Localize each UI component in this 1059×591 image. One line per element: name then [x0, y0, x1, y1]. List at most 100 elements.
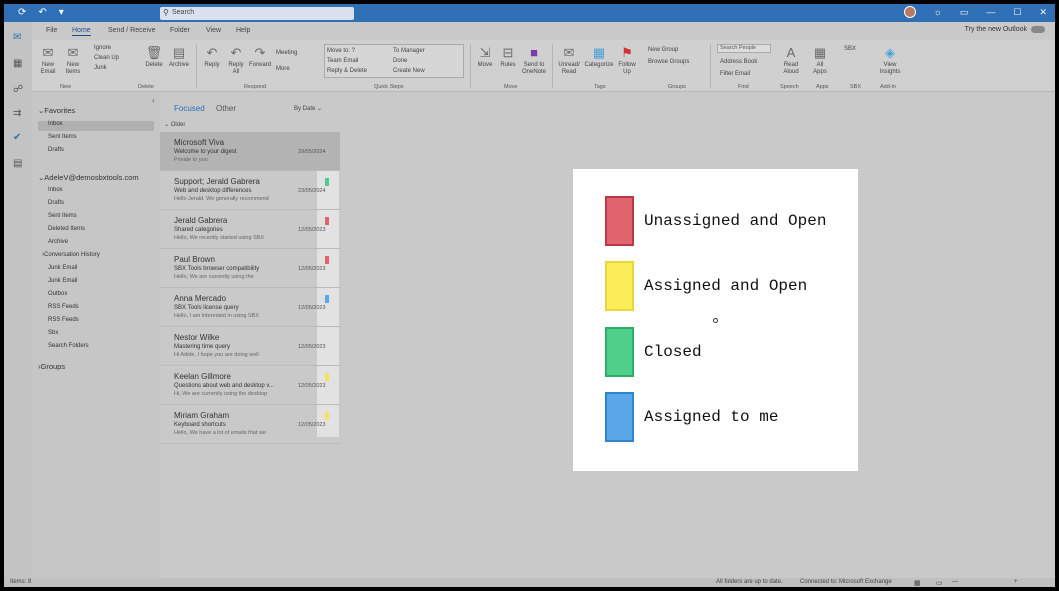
section-older[interactable]: ⌄ Older [164, 121, 185, 128]
qs-team-email[interactable]: Team Email [327, 58, 358, 65]
folder-deleted-items[interactable]: Deleted Items [48, 226, 85, 232]
message-row[interactable]: Jerald Gabrera Shared categories Hello, We… [160, 210, 340, 249]
category-tag[interactable] [325, 256, 329, 264]
folder-search-folders[interactable]: Search Folders [48, 343, 89, 349]
try-new-outlook[interactable]: Try the new Outlook [965, 26, 1045, 33]
qs-create-new[interactable]: Create New [393, 68, 425, 75]
category-tag[interactable] [325, 412, 329, 420]
reading-view-icon[interactable]: ▭ [936, 579, 943, 587]
category-tag[interactable] [325, 373, 329, 381]
customize-toolbar-icon[interactable]: ▾ [59, 7, 64, 18]
filter-email-button[interactable]: Filter Email [720, 71, 750, 78]
rules-button[interactable]: ⊟ Rules [498, 46, 518, 69]
qs-done[interactable]: Done [393, 58, 407, 65]
search-people-input[interactable]: Search People [717, 44, 771, 53]
all-apps-button[interactable]: ▦ All Apps [810, 46, 830, 76]
address-book-button[interactable]: Address Book [720, 59, 757, 66]
zoom-in-icon[interactable]: + [1014, 579, 1018, 585]
todo-check-icon[interactable]: ✔ [13, 132, 21, 143]
account-header[interactable]: ⌄AdeleV@demosbxtools.com [38, 173, 139, 182]
read-aloud-button[interactable]: A Read Aloud [780, 46, 802, 76]
status-bar: Items: 8 All folders are up to date. Con… [4, 578, 1055, 587]
groups-header[interactable]: ›Groups [38, 362, 65, 371]
folder-junk-email[interactable]: Junk Email [48, 265, 77, 271]
tab-help[interactable]: Help [236, 27, 250, 34]
reply-all-button[interactable]: ↶ Reply All [226, 46, 246, 76]
folder-inbox[interactable]: Inbox [48, 187, 63, 193]
new-items-button[interactable]: ✉ New Items [62, 46, 84, 76]
lightbulb-icon[interactable]: ☼ [934, 7, 942, 17]
folder-drafts-favorite[interactable]: Drafts [48, 147, 64, 153]
tab-focused[interactable]: Focused [174, 104, 205, 113]
delete-button[interactable]: 🗑 Delete [144, 46, 164, 69]
tab-file[interactable]: File [46, 27, 57, 34]
qs-reply-delete[interactable]: Reply & Delete [327, 68, 367, 75]
search-input[interactable]: ⚲ Search [160, 7, 354, 20]
follow-up-button[interactable]: ⚑ Follow Up [616, 46, 638, 76]
message-row[interactable]: Paul Brown SBX Tools browser compatibilit… [160, 249, 340, 288]
normal-view-icon[interactable]: ▦ [914, 579, 921, 587]
minimize-button[interactable]: — [986, 7, 995, 17]
message-row[interactable]: Keelan Gillmore Questions about web and d… [160, 366, 340, 405]
try-new-toggle[interactable] [1031, 26, 1045, 33]
more-respond-button[interactable]: More [276, 66, 290, 73]
folder-inbox-favorite[interactable]: Inbox [38, 121, 154, 131]
message-row[interactable]: Miriam Graham Keyboard shortcuts Hello, We… [160, 405, 340, 444]
clean-up-button[interactable]: Clean Up [94, 55, 119, 62]
message-row[interactable]: Anna Mercado SBX Tools license query Hello… [160, 288, 340, 327]
sbx-button[interactable]: SBX [844, 46, 856, 53]
folder-drafts[interactable]: Drafts [48, 200, 64, 206]
unread-read-button[interactable]: ✉ Unread/ Read [556, 46, 582, 76]
categorize-button[interactable]: ▦ Categorize [584, 46, 614, 69]
reply-button[interactable]: ↶ Reply [202, 46, 222, 69]
folder-rss-feeds-2[interactable]: RSS Feeds [48, 317, 79, 323]
qs-move-to[interactable]: Move to: ? [327, 48, 355, 55]
calendar-icon[interactable]: ▦ [13, 58, 22, 69]
folder-junk-email-2[interactable]: Junk Email [48, 278, 77, 284]
folder-rss-feeds[interactable]: RSS Feeds [48, 304, 79, 310]
collapse-pane-icon[interactable]: ‹ [152, 96, 155, 105]
qs-to-manager[interactable]: To Manager [393, 48, 425, 55]
category-tag[interactable] [325, 178, 329, 186]
move-button[interactable]: ⇲ Move [476, 46, 494, 69]
avatar[interactable] [903, 6, 916, 18]
folder-sent-items-favorite[interactable]: Sent Items [48, 134, 77, 140]
message-row[interactable]: Nestor Wilke Mastering time query Hi Adele… [160, 327, 340, 366]
tab-folder[interactable]: Folder [170, 27, 190, 34]
new-group-button[interactable]: New Group [648, 47, 678, 54]
category-tag[interactable] [325, 217, 329, 225]
view-insights-button[interactable]: ◈ View Insights [878, 46, 902, 76]
category-tag[interactable] [325, 295, 329, 303]
browse-groups-button[interactable]: Browse Groups [648, 59, 689, 66]
tab-send-receive[interactable]: Send / Receive [108, 27, 155, 34]
sort-dropdown[interactable]: By Date ⌄ [294, 105, 322, 112]
send-to-onenote-button[interactable]: ■ Send to OneNote [520, 46, 548, 76]
close-button[interactable]: ✕ [1039, 7, 1047, 18]
sbx-app-icon[interactable]: ▤ [13, 158, 22, 169]
tab-other[interactable]: Other [216, 104, 236, 113]
maximize-button[interactable]: ☐ [1013, 7, 1021, 18]
ribbon-separator [710, 44, 711, 88]
tab-home[interactable]: Home [72, 27, 91, 36]
ignore-button[interactable]: Ignore [94, 45, 111, 52]
message-row[interactable]: Microsoft Viva Welcome to your digest Priv… [160, 132, 340, 171]
message-row[interactable]: Support; Jerald Gabrera Web and desktop d… [160, 171, 340, 210]
folder-sent-items[interactable]: Sent Items [48, 213, 77, 219]
forward-button[interactable]: ↷ Forward [248, 46, 272, 69]
favorites-header[interactable]: ⌄Favorites [38, 106, 75, 115]
undo-icon[interactable]: ↶ [38, 7, 46, 18]
meeting-button[interactable]: Meeting [276, 50, 297, 57]
people-icon[interactable]: ☍ [13, 84, 23, 95]
junk-button[interactable]: Junk [94, 65, 107, 72]
restore-layout-icon[interactable]: ▭ [960, 7, 969, 18]
folder-sbx[interactable]: Sbx [48, 330, 58, 336]
folder-conversation-history[interactable]: ›Conversation History [42, 252, 100, 258]
tasks-icon[interactable]: ⇉ [13, 108, 21, 119]
mail-icon[interactable]: ✉ [13, 32, 21, 43]
zoom-out-icon[interactable]: — [952, 579, 958, 585]
folder-archive[interactable]: Archive [48, 239, 68, 245]
folder-outbox[interactable]: Outbox [48, 291, 67, 297]
new-email-button[interactable]: ✉ New Email [38, 46, 58, 76]
tab-view[interactable]: View [206, 27, 221, 34]
archive-button[interactable]: ▤ Archive [168, 46, 190, 69]
